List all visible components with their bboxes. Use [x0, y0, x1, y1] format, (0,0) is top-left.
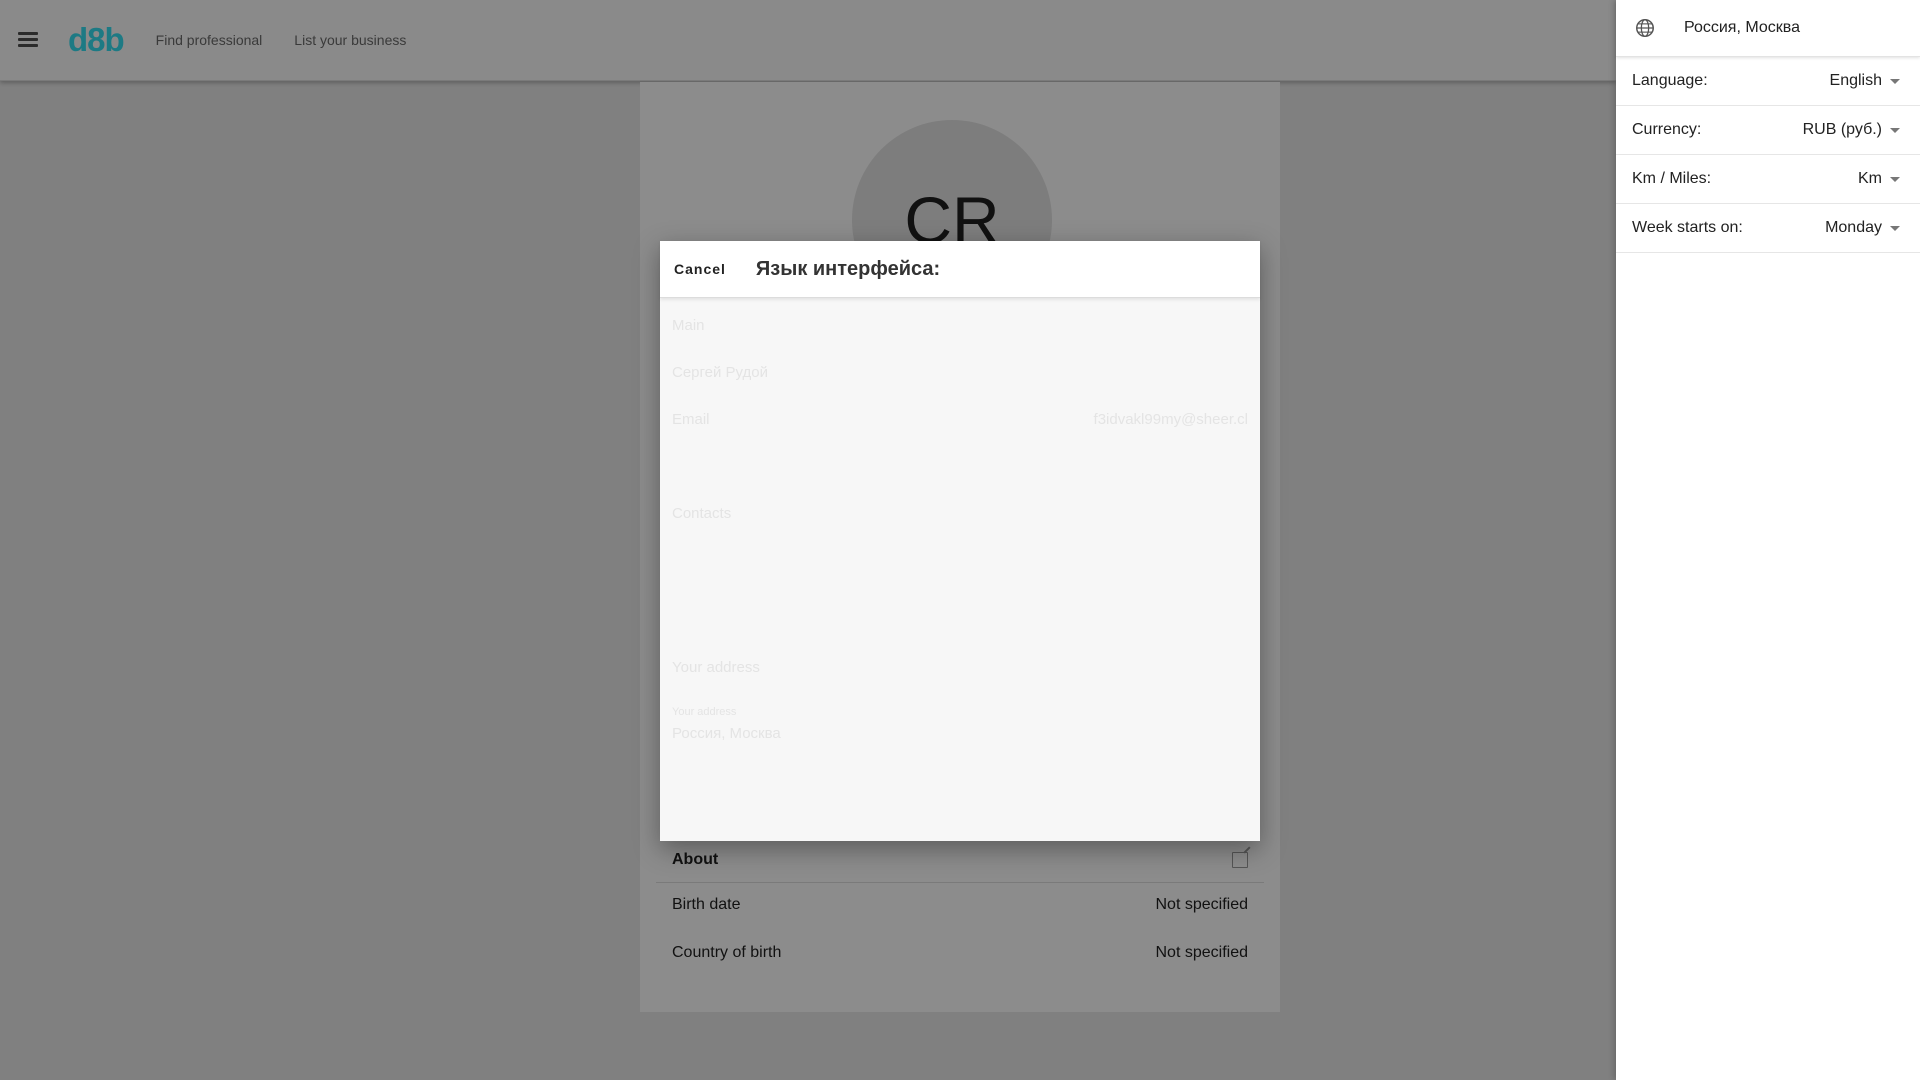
setting-distance-unit: Km / Miles: Km	[1616, 155, 1920, 204]
language-select[interactable]: English	[1830, 72, 1900, 90]
d8b-logo[interactable]: d8b	[68, 21, 125, 59]
faded-address-label: Your address	[672, 659, 760, 676]
currency-value[interactable]: RUB (руб.)	[1803, 121, 1882, 139]
currency-label: Currency:	[1632, 121, 1702, 138]
setting-currency: Currency: RUB (руб.)	[1616, 106, 1920, 155]
hamburger-menu-icon[interactable]	[18, 32, 38, 48]
country-of-birth-row: Country of birth Not specified	[656, 930, 1264, 976]
distance-unit-select[interactable]: Km	[1858, 170, 1900, 188]
globe-icon[interactable]	[1634, 17, 1656, 39]
setting-language: Language: English	[1616, 57, 1920, 106]
setting-week-start: Week starts on: Monday	[1616, 204, 1920, 253]
faded-contacts-heading: Contacts	[672, 505, 1248, 522]
location-header[interactable]: Россия, Москва	[1616, 0, 1920, 57]
week-start-select[interactable]: Monday	[1825, 219, 1900, 237]
faded-address-heading: Your address	[672, 659, 1248, 676]
cancel-button[interactable]: Cancel	[674, 261, 726, 277]
dropdown-arrow-icon[interactable]	[1890, 127, 1900, 133]
faded-email-label: Email	[672, 411, 710, 428]
birth-date-value: Not specified	[1155, 896, 1249, 913]
currency-select[interactable]: RUB (руб.)	[1803, 121, 1900, 139]
faded-contacts-label: Contacts	[672, 505, 732, 522]
location-text[interactable]: Россия, Москва	[1684, 19, 1800, 37]
birth-date-label: Birth date	[672, 896, 741, 913]
faded-name-value: Сергей Рудой	[672, 364, 769, 381]
dialog-header: Cancel Язык интерфейса:	[660, 241, 1260, 298]
faded-email-row: Email f3idvakl99my@sheer.cl	[672, 411, 1248, 428]
faded-address-value: Россия, Москва	[672, 725, 1248, 742]
faded-email-value: f3idvakl99my@sheer.cl	[1093, 411, 1248, 428]
language-label: Language:	[1632, 72, 1708, 89]
distance-unit-value[interactable]: Km	[1858, 170, 1882, 188]
birth-date-row: Birth date Not specified	[656, 882, 1264, 928]
top-navigation-bar: d8b Find professional List your business	[0, 0, 1616, 81]
edit-icon[interactable]	[1232, 851, 1248, 868]
distance-unit-label: Km / Miles:	[1632, 170, 1712, 187]
faded-address-caption-text: Your address	[672, 706, 737, 718]
faded-address-caption: Your address	[672, 706, 1248, 718]
about-section-header: About	[656, 837, 1264, 883]
nav-find-professional[interactable]: Find professional	[156, 32, 263, 48]
language-dialog: Cancel Язык интерфейса: Main Сергей Рудо…	[660, 241, 1260, 841]
faded-name-row: Сергей Рудой	[672, 364, 1248, 381]
nav-list-your-business[interactable]: List your business	[294, 32, 406, 48]
dialog-title: Язык интерфейса:	[755, 257, 941, 280]
dropdown-arrow-icon[interactable]	[1890, 78, 1900, 84]
week-start-value[interactable]: Monday	[1825, 219, 1882, 237]
dropdown-arrow-icon[interactable]	[1890, 225, 1900, 231]
country-of-birth-value: Not specified	[1155, 944, 1249, 961]
language-value[interactable]: English	[1830, 72, 1882, 90]
faded-main-label: Main	[672, 317, 705, 334]
country-of-birth-label: Country of birth	[672, 944, 782, 961]
faded-main-heading: Main	[672, 317, 1248, 334]
week-start-label: Week starts on:	[1632, 219, 1743, 236]
about-section-title: About	[672, 850, 719, 868]
dropdown-arrow-icon[interactable]	[1890, 176, 1900, 182]
faded-address-value-text: Россия, Москва	[672, 725, 781, 742]
settings-panel: Россия, Москва Language: English Currenc…	[1616, 0, 1920, 1080]
